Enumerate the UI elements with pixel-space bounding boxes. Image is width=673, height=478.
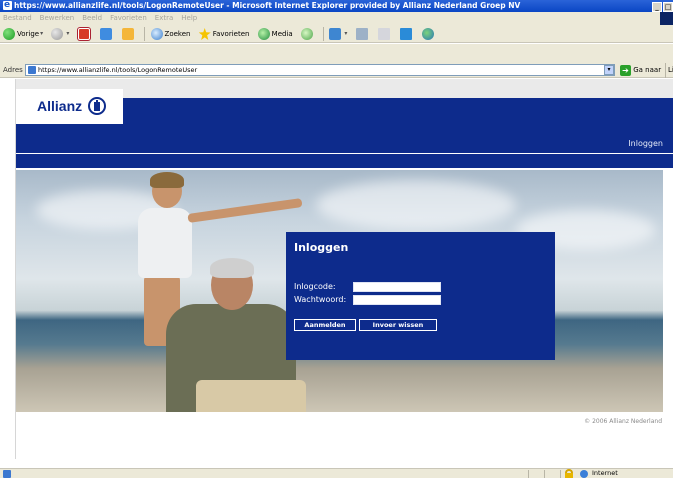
standard-toolbar: Vorige ▾ ▾ Zoeken Favorieten Media ▾ xyxy=(0,25,673,43)
search-button[interactable]: Zoeken xyxy=(150,25,191,43)
brand-name: Allianz xyxy=(37,98,83,114)
menu-beeld[interactable]: Beeld xyxy=(82,14,102,22)
messenger-icon xyxy=(422,28,435,40)
menu-bewerken[interactable]: Bewerken xyxy=(40,14,75,22)
address-label: Adres xyxy=(3,66,23,74)
links-button[interactable]: Li xyxy=(665,63,673,78)
page-icon xyxy=(3,470,11,478)
web-page: Allianz Inloggen Inloggen Inlogcode: Wac… xyxy=(0,79,673,468)
media-label: Media xyxy=(271,30,293,38)
edit-icon xyxy=(377,28,390,40)
forward-icon xyxy=(51,28,64,40)
login-code-label: Inlogcode: xyxy=(294,282,336,291)
window-title: https://www.allianzlife.nl/tools/LogonRe… xyxy=(14,1,521,10)
chevron-down-icon: ▾ xyxy=(66,30,70,37)
chevron-down-icon: ▾ xyxy=(40,30,44,37)
photo-man xyxy=(166,258,306,412)
toolbar-gap xyxy=(0,44,673,63)
print-button[interactable] xyxy=(355,25,370,43)
address-url: https://www.allianzlife.nl/tools/LogonRe… xyxy=(38,66,198,74)
menu-help[interactable]: Help xyxy=(181,14,197,22)
favorites-label: Favorieten xyxy=(212,30,250,38)
password-input[interactable] xyxy=(353,295,441,305)
status-pane xyxy=(544,470,545,478)
chevron-down-icon: ▾ xyxy=(344,30,348,37)
page-icon xyxy=(28,66,36,74)
back-label: Vorige xyxy=(17,30,40,38)
toolbar-separator xyxy=(144,27,146,41)
windows-logo-icon xyxy=(660,12,673,25)
login-title: Inloggen xyxy=(294,241,349,254)
refresh-icon xyxy=(99,28,112,40)
home-icon xyxy=(122,28,135,40)
copyright-notice: © 2006 Allianz Nederland xyxy=(584,418,662,425)
internet-zone-icon xyxy=(580,470,588,478)
status-pane xyxy=(528,470,529,478)
back-button[interactable]: Vorige ▾ xyxy=(3,25,43,43)
go-label: Ga naar xyxy=(633,66,662,74)
clear-input-button[interactable]: Invoer wissen xyxy=(359,319,437,331)
lock-icon-body xyxy=(565,473,573,478)
cloud xyxy=(316,180,516,230)
stop-icon xyxy=(77,28,90,40)
header-sub-band xyxy=(16,154,673,168)
go-button[interactable]: ➔ Ga naar xyxy=(620,63,661,78)
media-icon xyxy=(257,28,270,40)
login-panel: Inloggen Inlogcode: Wachtwoord: Aanmelde… xyxy=(286,232,555,360)
address-bar: Adres https://www.allianzlife.nl/tools/L… xyxy=(0,63,673,78)
search-label: Zoeken xyxy=(164,30,191,38)
submit-button[interactable]: Aanmelden xyxy=(294,319,356,331)
mail-button[interactable]: ▾ xyxy=(329,25,347,43)
print-icon xyxy=(355,28,368,40)
allianz-logo[interactable]: Allianz xyxy=(16,89,123,124)
login-code-input[interactable] xyxy=(353,282,441,292)
toolbar-separator xyxy=(323,27,325,41)
search-icon xyxy=(150,28,163,40)
refresh-button[interactable] xyxy=(99,25,114,43)
window-controls: _ □ xyxy=(651,1,673,12)
address-dropdown-button[interactable]: ▾ xyxy=(604,65,614,75)
stop-button[interactable] xyxy=(77,25,92,43)
password-label: Wachtwoord: xyxy=(294,295,347,304)
media-button[interactable]: Media xyxy=(257,25,293,43)
discuss-icon xyxy=(400,28,413,40)
menu-bestand[interactable]: Bestand xyxy=(3,14,32,22)
nav-login-link[interactable]: Inloggen xyxy=(628,139,663,148)
menu-bar: Bestand Bewerken Beeld Favorieten Extra Help xyxy=(0,12,673,25)
favorites-button[interactable]: Favorieten xyxy=(198,25,250,43)
status-bar: Internet xyxy=(0,468,673,478)
ie-icon xyxy=(3,0,12,11)
menu-extra[interactable]: Extra xyxy=(155,14,173,22)
favorites-star-icon xyxy=(198,28,211,40)
security-zone-label: Internet xyxy=(592,469,618,477)
menu-favorieten[interactable]: Favorieten xyxy=(110,14,147,22)
history-icon xyxy=(300,28,313,40)
discuss-button[interactable] xyxy=(400,25,414,43)
go-arrow-icon: ➔ xyxy=(620,64,631,76)
home-button[interactable] xyxy=(122,25,136,43)
address-input[interactable]: https://www.allianzlife.nl/tools/LogonRe… xyxy=(25,64,615,76)
allianz-logo-icon xyxy=(88,97,106,115)
history-button[interactable] xyxy=(300,25,315,43)
minimize-button[interactable]: _ xyxy=(652,2,662,12)
mail-icon xyxy=(329,28,342,40)
forward-button[interactable]: ▾ xyxy=(51,25,69,43)
messenger-button[interactable] xyxy=(422,25,436,43)
status-pane xyxy=(560,470,561,478)
window-titlebar: https://www.allianzlife.nl/tools/LogonRe… xyxy=(0,0,673,12)
back-icon xyxy=(3,28,15,40)
restore-button[interactable]: □ xyxy=(663,2,673,12)
edit-button[interactable] xyxy=(377,25,392,43)
